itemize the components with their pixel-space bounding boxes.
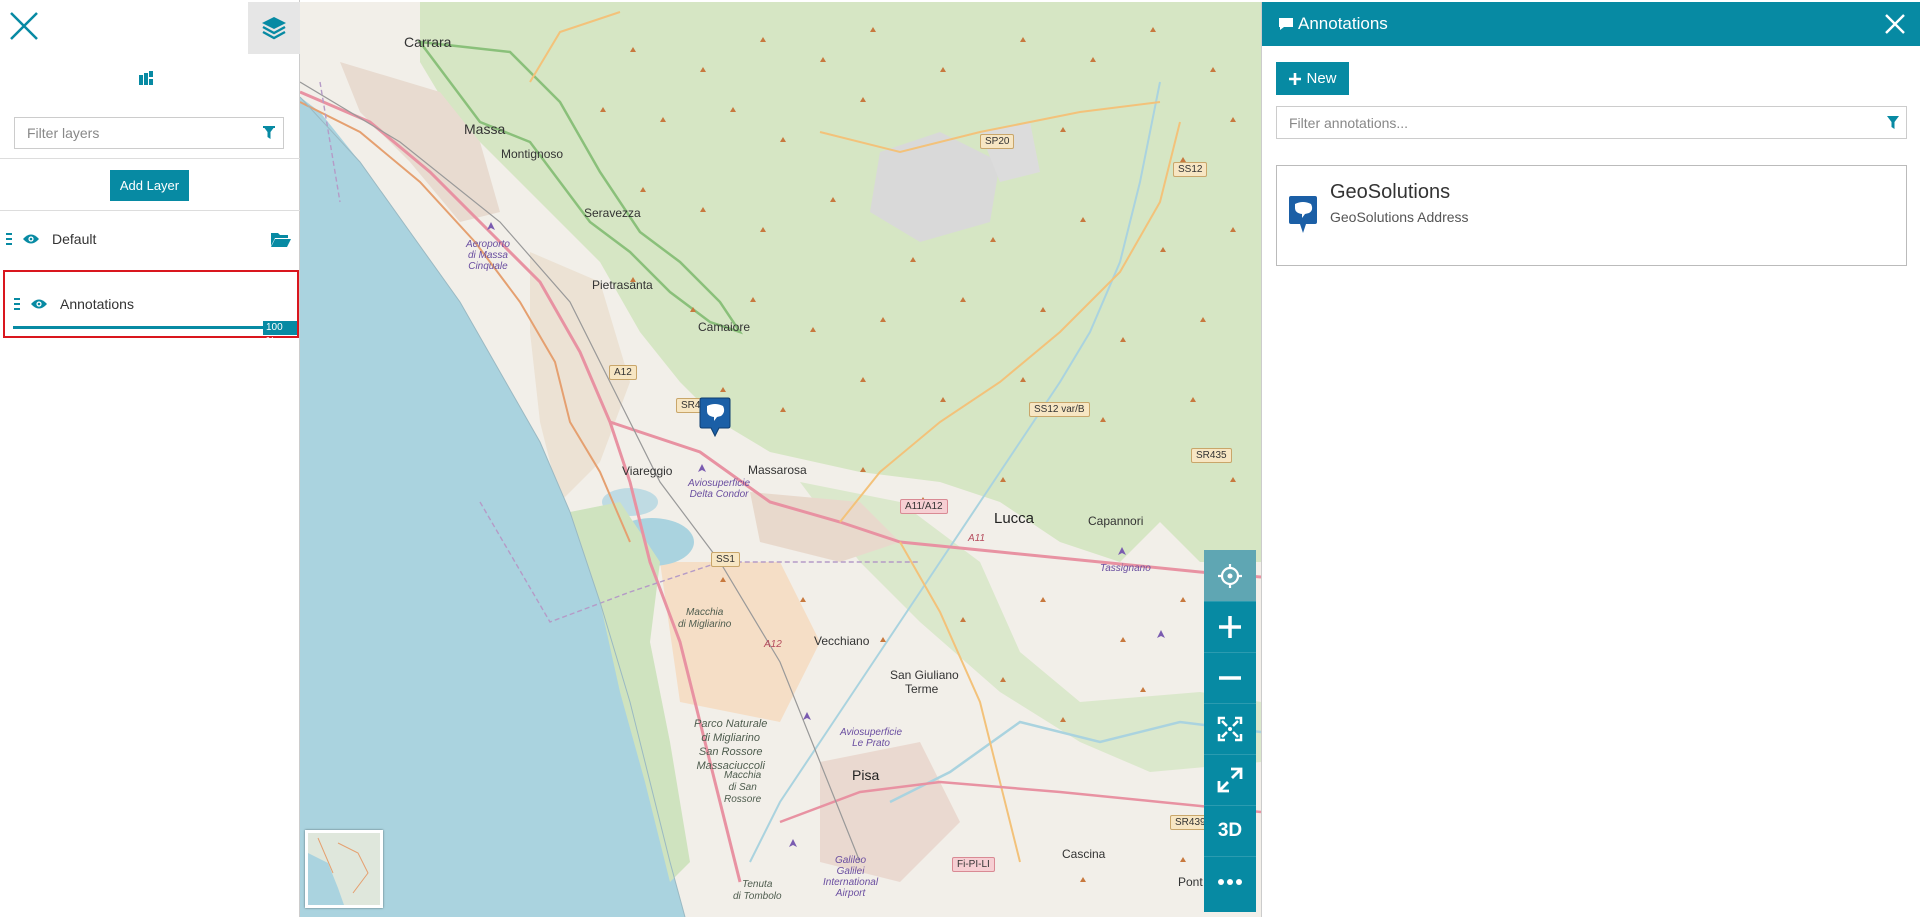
layer-row[interactable]: Annotations [8, 282, 288, 326]
map-view[interactable]: Carrara Massa Montignoso Seravezza Pietr… [300, 2, 1261, 917]
opacity-value-badge: 100 % [263, 321, 297, 347]
airport-label: Galileo Galilei International Airport [823, 855, 879, 899]
road-shield: Fi-PI-LI [952, 857, 995, 872]
filter-annotations-field [1276, 106, 1907, 139]
place-label: Camaiore [698, 320, 751, 334]
road-label: A12 [764, 639, 782, 650]
locate-icon[interactable] [1204, 550, 1256, 601]
road-shield: SS1 [711, 552, 740, 567]
place-label: Pont [1178, 875, 1203, 889]
zoom-in-icon[interactable] [1204, 601, 1256, 652]
place-label: Vecchiano [814, 634, 870, 648]
new-annotation-button[interactable]: New [1276, 62, 1349, 95]
comment-marker-icon [1288, 195, 1318, 235]
place-label: Massarosa [748, 463, 807, 477]
divider [0, 158, 300, 159]
place-label: Viareggio [622, 464, 673, 478]
airport-label: Aeroporto di Massa Cinquale [466, 239, 510, 272]
folder-open-icon[interactable] [270, 230, 292, 248]
park-label: Macchia di Migliarino [678, 607, 732, 630]
comment-icon [1278, 17, 1294, 31]
layers-icon[interactable] [248, 2, 300, 54]
place-label: Cascina [1062, 847, 1106, 861]
annotations-panel: Annotations New GeoSolutions GeoSolution… [1261, 2, 1920, 917]
road-shield: A11/A12 [900, 499, 948, 514]
place-label: San Giuliano [890, 668, 959, 682]
place-label: Pisa [852, 767, 880, 783]
road-shield: SS12 [1173, 162, 1208, 177]
map-toolbar: 3D [1204, 550, 1256, 912]
zoom-out-icon[interactable] [1204, 652, 1256, 703]
place-label: Seravezza [584, 206, 641, 220]
place-label: Terme [905, 682, 939, 696]
annotation-card[interactable]: GeoSolutions GeoSolutions Address [1276, 165, 1907, 266]
park-label: Macchia di San Rossore [724, 770, 762, 805]
new-label: New [1306, 70, 1337, 87]
layers-panel: Add Layer Default Annotations 100 % [0, 0, 300, 917]
filter-layers-input[interactable] [15, 118, 255, 148]
annotation-description: GeoSolutions Address [1330, 209, 1469, 225]
opacity-slider[interactable] [13, 326, 265, 329]
annotation-title: GeoSolutions [1330, 181, 1451, 203]
visibility-eye-icon[interactable] [30, 297, 50, 311]
plus-icon [1289, 72, 1302, 85]
drag-handle-icon[interactable] [6, 233, 14, 245]
more-options-icon[interactable] [1204, 856, 1256, 907]
airport-label: Aviosuperficie Delta Condor [688, 478, 751, 500]
park-label: Parco Naturale di Migliarino San Rossore Ma… [694, 718, 768, 772]
annotations-header: Annotations [1262, 2, 1920, 46]
place-label: Capannori [1088, 514, 1144, 528]
3d-view-button[interactable]: 3D [1204, 805, 1256, 856]
zoom-to-max-extent-icon[interactable] [1204, 703, 1256, 754]
filter-icon[interactable] [1880, 107, 1906, 138]
overview-map[interactable] [305, 830, 383, 908]
layer-group-default[interactable]: Default [0, 217, 300, 261]
filter-annotations-input[interactable] [1277, 107, 1880, 138]
close-icon[interactable] [6, 8, 44, 46]
place-label: Carrara [404, 34, 452, 50]
drag-handle-icon[interactable] [14, 298, 22, 310]
airport-label: Tassignano [1100, 563, 1151, 574]
place-label: Massa [464, 121, 506, 137]
add-layer-button[interactable]: Add Layer [110, 170, 189, 201]
airport-label: Aviosuperficie Le Prato [840, 727, 903, 749]
group-title: Default [52, 231, 97, 247]
map-legend-icon[interactable] [133, 67, 159, 89]
park-label: Tenuta di Tombolo [733, 879, 782, 902]
panel-title: Annotations [1298, 14, 1388, 33]
road-shield: A12 [609, 365, 637, 380]
layer-annotations[interactable]: Annotations 100 % [3, 270, 299, 347]
layer-title: Annotations [60, 296, 134, 312]
close-icon[interactable] [1884, 13, 1906, 35]
place-label: Lucca [994, 510, 1035, 527]
road-label: A11 [968, 533, 986, 544]
place-label: Montignoso [501, 147, 564, 161]
divider [0, 210, 300, 211]
fullscreen-icon[interactable] [1204, 754, 1256, 805]
place-label: Pietrasanta [592, 278, 653, 292]
visibility-eye-icon[interactable] [22, 232, 42, 246]
road-shield: SS12 var/B [1029, 402, 1090, 417]
basemap [300, 2, 1261, 917]
filter-layers-field [14, 117, 284, 149]
road-shield: SP20 [980, 134, 1015, 149]
road-shield: SR435 [1191, 448, 1232, 463]
filter-icon[interactable] [255, 118, 283, 148]
annotation-marker[interactable] [699, 396, 731, 440]
